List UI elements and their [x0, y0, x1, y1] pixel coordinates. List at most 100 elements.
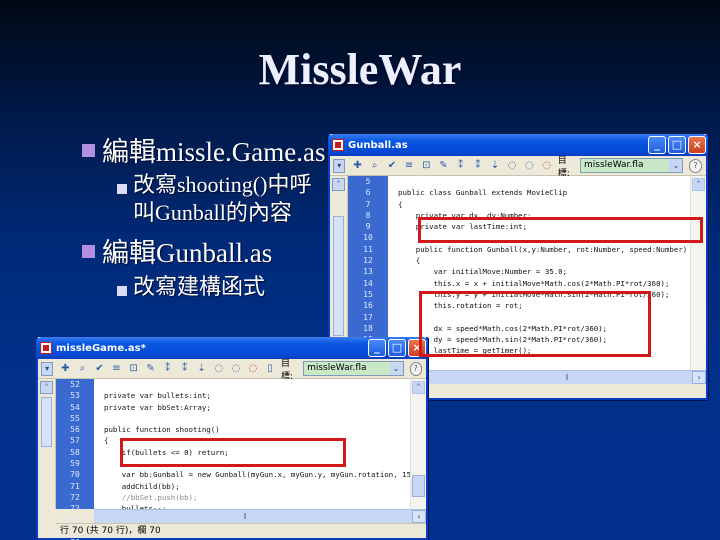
line-number: 16 [363, 301, 373, 311]
sub-bullet-marker-icon [117, 286, 127, 296]
line-number: 9 [365, 222, 371, 232]
status-bar: 行 70 (共 70 行)，欄 70 [56, 523, 426, 537]
code-hint-icon[interactable]: ⊡ [420, 159, 432, 173]
code-hint-icon[interactable]: ⊡ [128, 362, 140, 376]
line-number: 15 [363, 289, 373, 299]
bullet-edit-misslegame: 編輯missle.Game.as [102, 137, 326, 167]
bullet-marker-icon [82, 144, 95, 157]
line-number: 6 [365, 188, 371, 198]
actions-toolbar: ▾ ✚ ⌕ ✔ ≡ ⊡ ✎ ⁑ ⁑ ⇣ ◌ ◌ ◌ ▯ 目標: missleWa… [38, 358, 426, 382]
minimize-button[interactable]: _ [368, 339, 386, 357]
actions-toolbar: ▾ ✚ ⌕ ✔ ≡ ⊡ ✎ ⁑ ⁑ ⇣ ◌ ◌ ◌ 目標: missleWar.… [330, 155, 706, 179]
collapse-between-braces-icon[interactable]: ⁑ [455, 159, 467, 173]
line-number: 52 [70, 380, 80, 389]
horizontal-scrollbar[interactable]: › [94, 509, 426, 523]
target-label: 目標: [557, 155, 570, 179]
bullet-marker-icon [82, 245, 95, 258]
chevron-down-icon[interactable]: ⌄ [389, 362, 403, 375]
apply-block-comment-icon[interactable]: ◌ [230, 362, 242, 376]
remove-comment-icon[interactable]: ◌ [247, 362, 259, 376]
close-button[interactable]: × [688, 136, 706, 154]
debug-icon[interactable]: ✎ [145, 362, 157, 376]
scroll-up-icon[interactable]: ˄ [692, 178, 705, 191]
apply-comment-icon[interactable]: ◌ [213, 362, 225, 376]
expand-all-icon[interactable]: ⇣ [489, 159, 501, 173]
left-scroll-strip[interactable]: ˄ [38, 379, 56, 509]
scroll-right-icon[interactable]: › [692, 371, 706, 384]
target-select[interactable]: missleWar.fla ⌄ [580, 158, 684, 173]
highlight-new-gunball-call [120, 438, 346, 467]
flash-app-icon [40, 342, 52, 354]
target-select[interactable]: missleWar.fla ⌄ [303, 361, 404, 376]
line-number: 56 [70, 425, 80, 435]
apply-comment-icon[interactable]: ◌ [506, 159, 518, 173]
line-number: 17 [363, 312, 373, 322]
collapse-between-braces-icon[interactable]: ⁑ [162, 362, 174, 376]
vertical-scrollbar[interactable]: ˄ [410, 379, 426, 509]
remove-comment-icon[interactable]: ◌ [541, 159, 553, 173]
code-line: addChild(bb); [104, 481, 180, 491]
check-syntax-icon[interactable]: ✔ [93, 362, 105, 376]
scroll-right-icon[interactable]: › [412, 510, 426, 523]
window-titlebar[interactable]: Gunball.as _ □ × [328, 134, 708, 156]
find-icon[interactable]: ⌕ [369, 159, 381, 173]
add-icon[interactable]: ✚ [59, 362, 71, 376]
line-number: 73 [70, 504, 80, 514]
check-syntax-icon[interactable]: ✔ [386, 159, 398, 173]
maximize-button[interactable]: □ [668, 136, 686, 154]
help-icon[interactable]: ? [409, 361, 422, 376]
chevron-down-icon[interactable]: ⌄ [669, 159, 683, 172]
line-number: 8 [365, 210, 371, 220]
apply-block-comment-icon[interactable]: ◌ [523, 159, 535, 173]
collapse-panel-button[interactable]: ▾ [333, 158, 346, 173]
line-number: 58 [70, 447, 80, 457]
window-titlebar[interactable]: missleGame.as* _ □ × [36, 337, 428, 359]
auto-format-icon[interactable]: ≡ [110, 362, 122, 376]
scroll-up-icon[interactable]: ˄ [332, 178, 345, 191]
code-line: private var bbSet:Array; [104, 402, 211, 412]
minimize-button[interactable]: _ [648, 136, 666, 154]
highlight-constructor-signature [418, 217, 703, 243]
line-number: 55 [70, 413, 80, 423]
debug-icon[interactable]: ✎ [437, 159, 449, 173]
target-value: missleWar.fla [584, 160, 644, 170]
sub-bullet-marker-icon [117, 184, 127, 194]
auto-format-icon[interactable]: ≡ [403, 159, 415, 173]
vertical-scroll-thumb[interactable] [412, 475, 425, 497]
code-line: var bb:Gunball = new Gunball(myGun.x, my… [104, 470, 410, 480]
find-icon[interactable]: ⌕ [76, 362, 88, 376]
vertical-scrollbar[interactable]: ˄ [690, 176, 706, 370]
maximize-button[interactable]: □ [388, 339, 406, 357]
window-title: missleGame.as* [56, 342, 146, 354]
left-scroll-thumb[interactable] [333, 216, 344, 336]
scroll-up-icon[interactable]: ˄ [412, 381, 425, 394]
line-number: 13 [363, 267, 373, 277]
horizontal-scrollbar[interactable]: › [426, 370, 706, 384]
left-scroll-thumb[interactable] [41, 397, 52, 447]
bullet-edit-gunball: 編輯Gunball.as [102, 238, 273, 268]
code-line: var initialMove:Number = 35.0; [398, 267, 568, 277]
highlight-velocity-code [419, 291, 651, 357]
code-line: this.x = x + initialMove*Math.cos(2*Math… [398, 278, 670, 288]
add-icon[interactable]: ✚ [351, 159, 363, 173]
expand-all-icon[interactable]: ⇣ [196, 362, 208, 376]
collapse-panel-button[interactable]: ▾ [41, 361, 54, 376]
help-icon[interactable]: ? [689, 158, 702, 173]
line-number: 70 [70, 470, 80, 480]
target-label: 目標: [280, 358, 293, 382]
show-hide-toolbox-icon[interactable]: ▯ [264, 362, 276, 376]
line-number: 53 [70, 391, 80, 401]
scroll-up-icon[interactable]: ˄ [40, 381, 53, 394]
code-line: public function shooting() [104, 425, 220, 435]
window-title: Gunball.as [348, 139, 408, 151]
code-line: private var bullets:int; [104, 391, 211, 401]
collapse-selection-icon[interactable]: ⁑ [179, 362, 191, 376]
collapse-selection-icon[interactable]: ⁑ [472, 159, 484, 173]
flash-app-icon [332, 139, 344, 151]
code-line: public class Gunball extends MovieClip [398, 188, 568, 198]
code-line: //bbSet.push(bb); [104, 492, 198, 502]
